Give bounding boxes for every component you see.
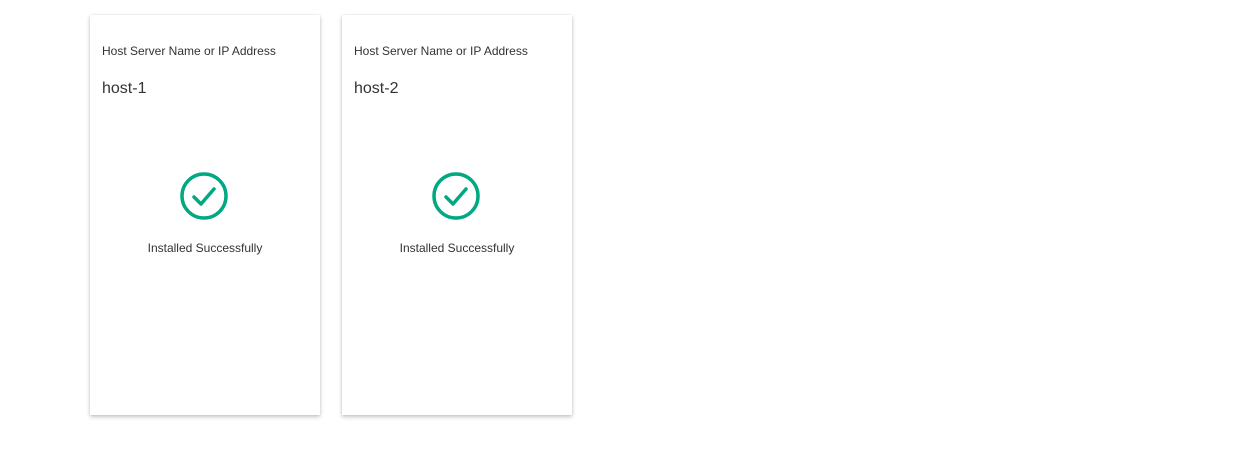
host-card-2: Host Server Name or IP Address host-2 In… — [342, 15, 572, 415]
host-cards-container: Host Server Name or IP Address host-1 In… — [90, 15, 572, 415]
check-circle-icon — [180, 172, 228, 220]
install-status-text: Installed Successfully — [399, 241, 515, 255]
host-field-label: Host Server Name or IP Address — [354, 44, 528, 58]
check-circle-icon — [432, 172, 480, 220]
install-status-text: Installed Successfully — [147, 241, 263, 255]
host-name: host-2 — [354, 80, 399, 97]
host-field-label: Host Server Name or IP Address — [102, 44, 276, 58]
host-card-1: Host Server Name or IP Address host-1 In… — [90, 15, 320, 415]
host-name: host-1 — [102, 80, 147, 97]
